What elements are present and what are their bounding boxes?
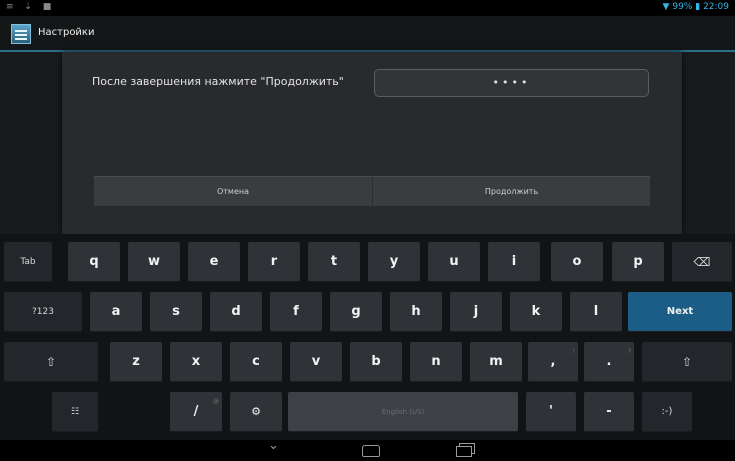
key-slash-label: / [193,404,199,419]
key-y[interactable]: y [368,242,420,282]
key-period-label: . [606,354,612,369]
cancel-button[interactable]: Отмена [94,177,372,206]
key-x[interactable]: x [170,342,222,382]
notification-icons: ≡ ⇣ ■ [6,2,56,12]
key-tab[interactable]: Tab [4,242,52,282]
dialog-prompt: После завершения нажмите "Продолжить" [92,75,344,88]
action-bar: Настройки [0,16,735,52]
soft-keyboard: Tab q w e r t y u i o p ⌫ ?123 a s d f g… [0,234,735,440]
page-title: Настройки [38,27,95,38]
shift-key-right[interactable]: ⇧ [642,342,732,382]
status-indicators: ▼ 99% ▮ 22:09 [663,2,729,12]
key-comma-label: , [550,354,556,369]
key-d[interactable]: d [210,292,262,332]
key-k[interactable]: k [510,292,562,332]
settings-app-icon[interactable] [11,24,31,44]
battery-percent: 99% [672,2,693,12]
key-l[interactable]: l [570,292,622,332]
key-symbols[interactable]: ?123 [4,292,82,332]
status-bar: ≡ ⇣ ■ ▼ 99% ▮ 22:09 [0,0,735,16]
continue-button[interactable]: Продолжить [372,177,650,206]
key-a[interactable]: a [90,292,142,332]
key-comma-hint: ! [572,348,575,355]
battery-icon: ▮ [695,2,701,12]
key-r[interactable]: r [248,242,300,282]
key-hyphen[interactable]: - [584,392,634,432]
key-n[interactable]: n [410,342,462,382]
key-comma[interactable]: , ! [528,342,578,382]
key-j[interactable]: j [450,292,502,332]
key-q[interactable]: q [68,242,120,282]
key-e[interactable]: e [188,242,240,282]
language-globe-key[interactable]: ⚙ [230,392,282,432]
password-dialog: После завершения нажмите "Продолжить" ••… [62,52,682,234]
key-t[interactable]: t [308,242,360,282]
smiley-key[interactable]: :-) [642,392,692,432]
key-apostrophe[interactable]: ' [526,392,576,432]
keyboard-settings-key[interactable]: ☷ [52,392,98,432]
key-w[interactable]: w [128,242,180,282]
backspace-key[interactable]: ⌫ [672,242,732,282]
home-icon[interactable] [362,445,380,457]
key-b[interactable]: b [350,342,402,382]
key-period-hint: ? [627,348,631,355]
key-c[interactable]: c [230,342,282,382]
dialog-button-bar: Отмена Продолжить [94,176,650,206]
key-s[interactable]: s [150,292,202,332]
key-h[interactable]: h [390,292,442,332]
key-slash[interactable]: / @ [170,392,222,432]
key-z[interactable]: z [110,342,162,382]
space-key[interactable]: English (US) [288,392,518,432]
key-slash-hint: @ [213,398,219,405]
key-i[interactable]: i [488,242,540,282]
key-g[interactable]: g [330,292,382,332]
password-input[interactable]: •••• [374,69,649,97]
key-o[interactable]: o [551,242,603,282]
next-key[interactable]: Next [628,292,732,332]
key-f[interactable]: f [270,292,322,332]
key-m[interactable]: m [470,342,522,382]
shift-key-left[interactable]: ⇧ [4,342,98,382]
key-period[interactable]: . ? [584,342,634,382]
clock: 22:09 [703,2,729,12]
key-u[interactable]: u [428,242,480,282]
navigation-bar: ⌄ [0,439,735,461]
back-icon[interactable]: ⌄ [268,439,279,453]
wifi-icon: ▼ [662,2,670,12]
key-v[interactable]: v [290,342,342,382]
recents-icon[interactable] [456,446,472,457]
key-p[interactable]: p [612,242,664,282]
